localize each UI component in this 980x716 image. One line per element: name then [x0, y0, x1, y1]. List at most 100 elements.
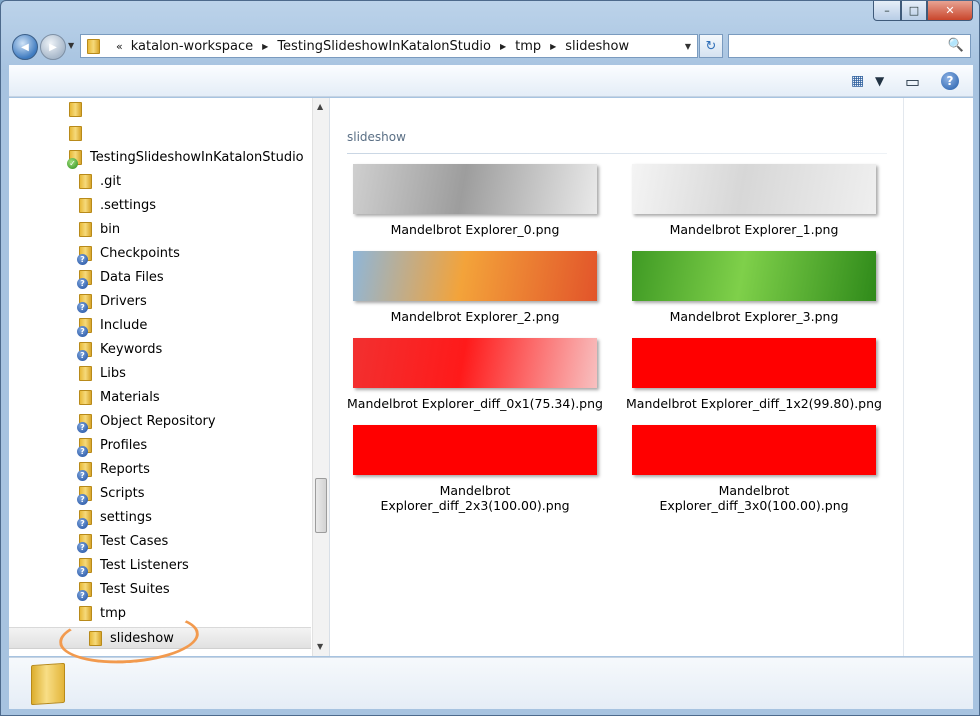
tree-item[interactable]: slideshow [9, 627, 311, 649]
image-thumbnail[interactable] [632, 164, 876, 214]
navigation-scrollbar[interactable]: ▲ ▼ [312, 98, 329, 656]
breadcrumb-separator-icon[interactable]: ▶ [500, 42, 506, 51]
tree-item[interactable]: Test Cases [77, 530, 169, 553]
file-item[interactable]: Mandelbrot Explorer_diff_1x2(99.80).png [624, 338, 884, 411]
file-item[interactable]: Mandelbrot Explorer_diff_3x0(100.00).png [624, 425, 884, 513]
image-thumbnail[interactable] [353, 251, 597, 301]
maximize-button[interactable]: □ [901, 1, 927, 21]
breadcrumb-katalon-workspace[interactable]: katalon-workspace [131, 39, 253, 54]
preview-pane-icon: ▭ [905, 71, 921, 91]
folder-icon [79, 173, 92, 189]
file-name: Mandelbrot Explorer_2.png [390, 309, 560, 324]
scroll-down-icon[interactable]: ▼ [317, 642, 323, 651]
breadcrumb-slideshow[interactable]: slideshow [565, 39, 629, 54]
tree-item-label: Libs [100, 365, 126, 381]
tree-item[interactable]: Test Suites [77, 578, 170, 601]
recent-pages-dropdown[interactable]: ▼ [68, 41, 74, 50]
file-item[interactable]: Mandelbrot Explorer_1.png [624, 164, 884, 237]
tree-item[interactable]: .git [79, 170, 121, 192]
folder-badge-icon [77, 413, 92, 433]
folder-icon [79, 221, 92, 237]
image-thumbnail[interactable] [353, 425, 597, 475]
breadcrumb-separator-icon[interactable]: ▶ [262, 42, 268, 51]
tree-item[interactable]: Data Files [77, 266, 164, 289]
help-icon: ? [946, 74, 954, 88]
file-name: Mandelbrot Explorer_diff_0x1(75.34).png [347, 396, 603, 411]
tree-item[interactable]: Include [77, 314, 148, 337]
tree-item[interactable]: Keywords [77, 338, 162, 361]
tree-item[interactable]: Scripts [77, 482, 145, 505]
address-overflow-chevron[interactable]: « [116, 40, 123, 53]
folder-badge-icon [77, 341, 92, 361]
preview-pane-button[interactable]: ▭ [905, 71, 921, 91]
breadcrumb-project[interactable]: TestingSlideshowInKatalonStudio [277, 39, 491, 54]
folder-icon [79, 365, 92, 381]
tree-item-label: Include [100, 317, 148, 333]
tree-item[interactable]: Materials [79, 386, 160, 408]
file-item[interactable]: Mandelbrot Explorer_2.png [345, 251, 605, 324]
tree-item-label: Data Files [100, 269, 164, 285]
change-view-dropdown[interactable]: ▼ [875, 72, 884, 90]
forward-button[interactable]: ▶ [40, 34, 66, 60]
tree-item[interactable]: TestingSlideshowInKatalonStudio [67, 146, 304, 169]
tree-item[interactable]: Reports [77, 458, 150, 481]
file-item[interactable]: Mandelbrot Explorer_diff_0x1(75.34).png [345, 338, 605, 411]
tree-item[interactable]: Checkpoints [77, 242, 180, 265]
content-area: TestingSlideshowInKatalonStudio .git .sett… [9, 98, 973, 656]
tree-item[interactable]: settings [77, 506, 152, 529]
back-button[interactable]: ◀ [12, 34, 38, 60]
tree-item-label: Scripts [100, 485, 145, 501]
tree-item[interactable]: .settings [79, 194, 156, 216]
tree-item[interactable]: Drivers [77, 290, 147, 313]
tree-item-label: Checkpoints [100, 245, 180, 261]
breadcrumb-separator-icon[interactable]: ▶ [550, 42, 556, 51]
address-history-dropdown[interactable]: ▼ [685, 42, 691, 51]
image-thumbnail[interactable] [353, 164, 597, 214]
tree-item-label: Test Suites [100, 581, 170, 597]
file-item[interactable]: Mandelbrot Explorer_0.png [345, 164, 605, 237]
help-button[interactable]: ? [941, 72, 959, 90]
tree-item[interactable]: Libs [79, 362, 126, 384]
pane-splitter[interactable] [329, 98, 330, 656]
view-icon: ▦ [851, 73, 865, 89]
tree-item[interactable]: bin [79, 218, 120, 240]
folder-badge-icon [77, 269, 92, 289]
search-input[interactable]: 🔍 [728, 34, 971, 58]
file-name: Mandelbrot Explorer_diff_2x3(100.00).png [380, 483, 570, 513]
folder-icon [87, 38, 100, 54]
scroll-up-icon[interactable]: ▲ [317, 102, 323, 111]
file-name: Mandelbrot Explorer_1.png [669, 222, 839, 237]
address-bar[interactable]: « katalon-workspace ▶ TestingSlideshowIn… [80, 34, 698, 58]
search-icon[interactable]: 🔍 [948, 38, 964, 53]
tree-item-label: Drivers [100, 293, 147, 309]
tree-item[interactable] [69, 98, 90, 120]
refresh-button[interactable]: ↻ [699, 34, 723, 58]
file-item[interactable]: Mandelbrot Explorer_diff_2x3(100.00).png [345, 425, 605, 513]
file-name: Mandelbrot Explorer_diff_3x0(100.00).png [659, 483, 849, 513]
close-button[interactable]: ✕ [927, 1, 973, 21]
explorer-window: – □ ✕ ◀ ▶ ▼ « katalon-workspace ▶ Testin… [0, 0, 980, 716]
scrollbar-thumb[interactable] [315, 478, 327, 533]
tree-item[interactable]: Profiles [77, 434, 147, 457]
file-item[interactable]: Mandelbrot Explorer_3.png [624, 251, 884, 324]
tree-item[interactable]: Test Listeners [77, 554, 189, 577]
image-thumbnail[interactable] [632, 251, 876, 301]
folder-badge-icon [77, 485, 92, 505]
navigation-pane[interactable]: TestingSlideshowInKatalonStudio .git .sett… [9, 98, 311, 656]
folder-check-icon [67, 149, 82, 169]
tree-item-label: TestingSlideshowInKatalonStudio [90, 149, 304, 165]
change-view-button[interactable]: ▦ [851, 72, 864, 90]
image-thumbnail[interactable] [632, 425, 876, 475]
image-thumbnail[interactable] [632, 338, 876, 388]
breadcrumb-tmp[interactable]: tmp [515, 39, 541, 54]
tree-item[interactable]: tmp [79, 602, 126, 624]
tree-item-label: Test Cases [100, 533, 169, 549]
folder-icon [69, 125, 82, 141]
back-arrow-icon: ◀ [21, 41, 29, 53]
group-divider [347, 153, 887, 154]
tree-item[interactable] [69, 122, 90, 144]
minimize-button[interactable]: – [873, 1, 901, 21]
tree-item-label: settings [100, 509, 152, 525]
tree-item[interactable]: Object Repository [77, 410, 216, 433]
image-thumbnail[interactable] [353, 338, 597, 388]
